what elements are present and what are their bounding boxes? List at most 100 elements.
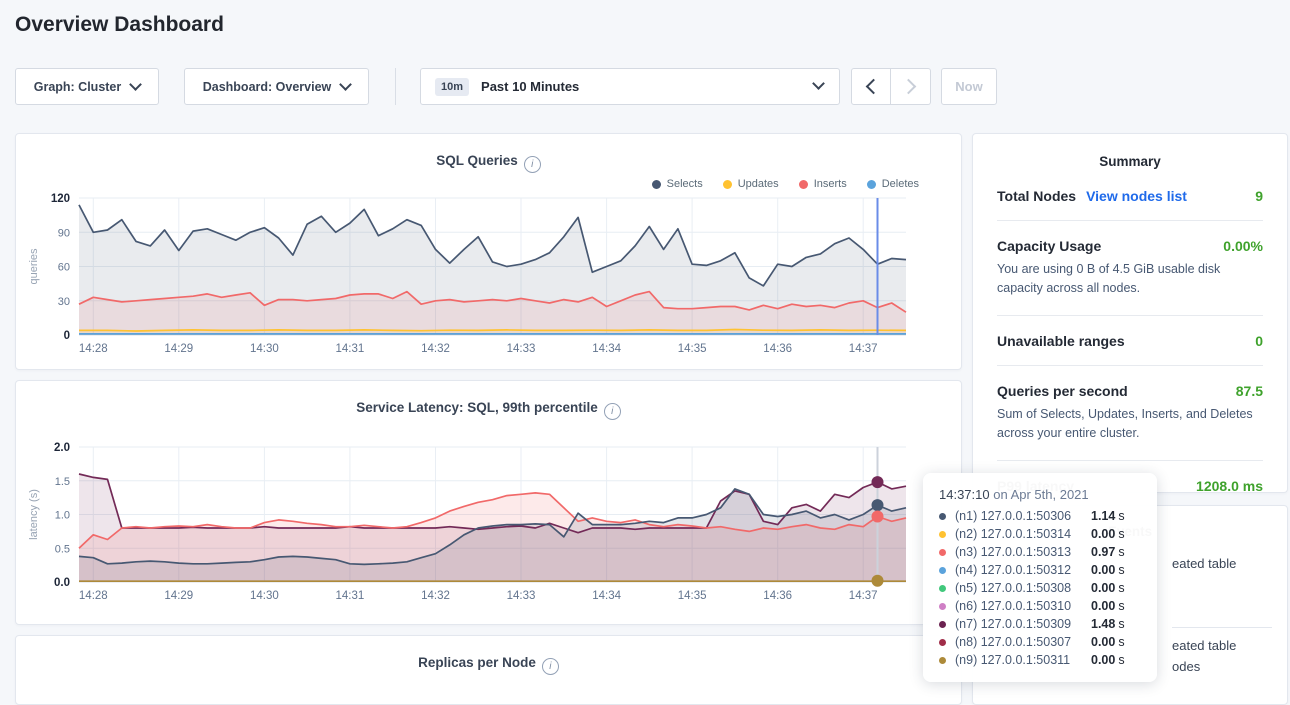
tooltip-row: (n4) 127.0.0.1:503120.00s [939, 561, 1141, 579]
tooltip-value: 0.00 [1091, 653, 1115, 667]
unavailable-ranges-value: 0 [1255, 333, 1263, 349]
events-divider [1172, 627, 1272, 628]
p99-latency-value: 1208.0 ms [1196, 478, 1263, 494]
svg-text:queries: queries [28, 248, 40, 285]
chevron-down-icon [812, 77, 825, 90]
svg-text:latency (s): latency (s) [28, 489, 40, 540]
svg-text:14:29: 14:29 [164, 590, 193, 602]
dashboard-dropdown-label: Dashboard: Overview [203, 80, 332, 94]
event-text-fragment: odes [1172, 659, 1200, 674]
graph-dropdown[interactable]: Graph: Cluster [15, 68, 159, 105]
info-icon[interactable]: i [542, 658, 559, 675]
tooltip-value: 0.00 [1091, 527, 1115, 541]
svg-text:1.5: 1.5 [55, 476, 70, 488]
sql-queries-card: SQL Queriesi SelectsUpdatesInsertsDelete… [15, 133, 962, 370]
event-text-fragment: eated table [1172, 638, 1236, 653]
svg-text:0.0: 0.0 [54, 577, 70, 589]
page-title: Overview Dashboard [15, 13, 224, 37]
series-color-dot [939, 531, 946, 538]
unavailable-ranges-label: Unavailable ranges [997, 333, 1125, 349]
tooltip-unit: s [1118, 599, 1124, 613]
queries-per-second-subtext: Sum of Selects, Updates, Inserts, and De… [997, 399, 1263, 444]
chevron-left-icon [865, 79, 881, 95]
tooltip-unit: s [1118, 653, 1124, 667]
time-prev-button[interactable] [851, 68, 891, 105]
svg-text:2.0: 2.0 [54, 442, 70, 454]
capacity-usage-row: Capacity Usage 0.00% [997, 221, 1263, 254]
tooltip-value: 0.00 [1091, 635, 1115, 649]
svg-text:14:28: 14:28 [79, 590, 108, 602]
svg-text:0: 0 [64, 330, 70, 342]
service-latency-chart[interactable]: 0.00.51.01.52.014:2814:2914:3014:3114:32… [16, 381, 961, 624]
tooltip-unit: s [1118, 635, 1124, 649]
tooltip-row: (n7) 127.0.0.1:503091.48s [939, 615, 1141, 633]
tooltip-node-label: (n7) 127.0.0.1:50309 [955, 617, 1091, 631]
tooltip-timestamp: 14:37:10 on Apr 5th, 2021 [939, 487, 1141, 502]
time-next-button[interactable] [891, 68, 931, 105]
tooltip-unit: s [1118, 545, 1124, 559]
tooltip-date: on Apr 5th, 2021 [990, 487, 1089, 502]
svg-text:14:36: 14:36 [763, 590, 792, 602]
svg-text:14:37: 14:37 [849, 590, 878, 602]
svg-text:30: 30 [58, 296, 70, 308]
time-range-label: Past 10 Minutes [481, 79, 579, 94]
series-color-dot [939, 603, 946, 610]
svg-text:14:31: 14:31 [336, 343, 365, 355]
tooltip-node-label: (n2) 127.0.0.1:50314 [955, 527, 1091, 541]
sql-queries-chart[interactable]: 0 30 60 90 120 14:28 14:29 14:30 14:31 14:32 14:33… [16, 134, 961, 369]
total-nodes-label: Total Nodes [997, 188, 1076, 204]
time-range-dropdown[interactable]: 10m Past 10 Minutes [420, 68, 840, 105]
svg-text:14:35: 14:35 [678, 590, 707, 602]
dashboard-dropdown[interactable]: Dashboard: Overview [184, 68, 369, 105]
svg-text:90: 90 [58, 227, 70, 239]
tooltip-unit: s [1118, 563, 1124, 577]
svg-text:14:30: 14:30 [250, 343, 279, 355]
svg-text:14:29: 14:29 [164, 343, 193, 355]
graph-dropdown-label: Graph: Cluster [34, 80, 122, 94]
replicas-per-node-title-text: Replicas per Node [418, 655, 536, 670]
capacity-usage-subtext: You are using 0 B of 4.5 GiB usable disk… [997, 254, 1263, 299]
tooltip-time: 14:37:10 [939, 487, 990, 502]
svg-text:14:33: 14:33 [507, 343, 536, 355]
svg-text:14:37: 14:37 [849, 343, 878, 355]
tooltip-row: (n3) 127.0.0.1:503130.97s [939, 543, 1141, 561]
now-button[interactable]: Now [941, 68, 997, 105]
chevron-down-icon [129, 78, 142, 91]
tooltip-row: (n8) 127.0.0.1:503070.00s [939, 633, 1141, 651]
chart-hover-tooltip: 14:37:10 on Apr 5th, 2021 (n1) 127.0.0.1… [923, 473, 1157, 682]
tooltip-row: (n9) 127.0.0.1:503110.00s [939, 651, 1141, 669]
queries-per-second-value: 87.5 [1236, 383, 1263, 399]
tooltip-row: (n1) 127.0.0.1:503061.14s [939, 507, 1141, 525]
series-color-dot [939, 567, 946, 574]
svg-text:14:34: 14:34 [592, 343, 621, 355]
replicas-per-node-card: Replicas per Node i [15, 635, 962, 705]
tooltip-value: 0.00 [1091, 599, 1115, 613]
total-nodes-row: Total Nodes View nodes list 9 [997, 171, 1263, 204]
queries-per-second-row: Queries per second 87.5 [997, 366, 1263, 399]
tooltip-value: 1.48 [1091, 617, 1115, 631]
svg-text:14:32: 14:32 [421, 343, 450, 355]
summary-title: Summary [973, 154, 1287, 169]
tooltip-node-label: (n9) 127.0.0.1:50311 [955, 653, 1091, 667]
tooltip-node-label: (n3) 127.0.0.1:50313 [955, 545, 1091, 559]
svg-text:14:35: 14:35 [678, 343, 707, 355]
controls-bar: Graph: Cluster Dashboard: Overview 10m P… [0, 68, 1290, 105]
svg-text:14:28: 14:28 [79, 343, 108, 355]
tooltip-row: (n5) 127.0.0.1:503080.00s [939, 579, 1141, 597]
svg-text:120: 120 [51, 193, 70, 205]
svg-text:1.0: 1.0 [55, 510, 70, 522]
svg-text:14:36: 14:36 [763, 343, 792, 355]
chevron-down-icon [339, 78, 352, 91]
service-latency-card: Service Latency: SQL, 99th percentilei 0… [15, 380, 962, 625]
unavailable-ranges-row: Unavailable ranges 0 [997, 316, 1263, 349]
svg-text:60: 60 [58, 262, 70, 274]
tooltip-node-label: (n5) 127.0.0.1:50308 [955, 581, 1091, 595]
tooltip-value: 1.14 [1091, 509, 1115, 523]
view-nodes-list-link[interactable]: View nodes list [1086, 188, 1187, 204]
time-nav-group [851, 68, 931, 105]
svg-text:0.5: 0.5 [55, 543, 70, 555]
tooltip-unit: s [1118, 581, 1124, 595]
queries-per-second-label: Queries per second [997, 383, 1128, 399]
svg-text:14:32: 14:32 [421, 590, 450, 602]
tooltip-row: (n2) 127.0.0.1:503140.00s [939, 525, 1141, 543]
